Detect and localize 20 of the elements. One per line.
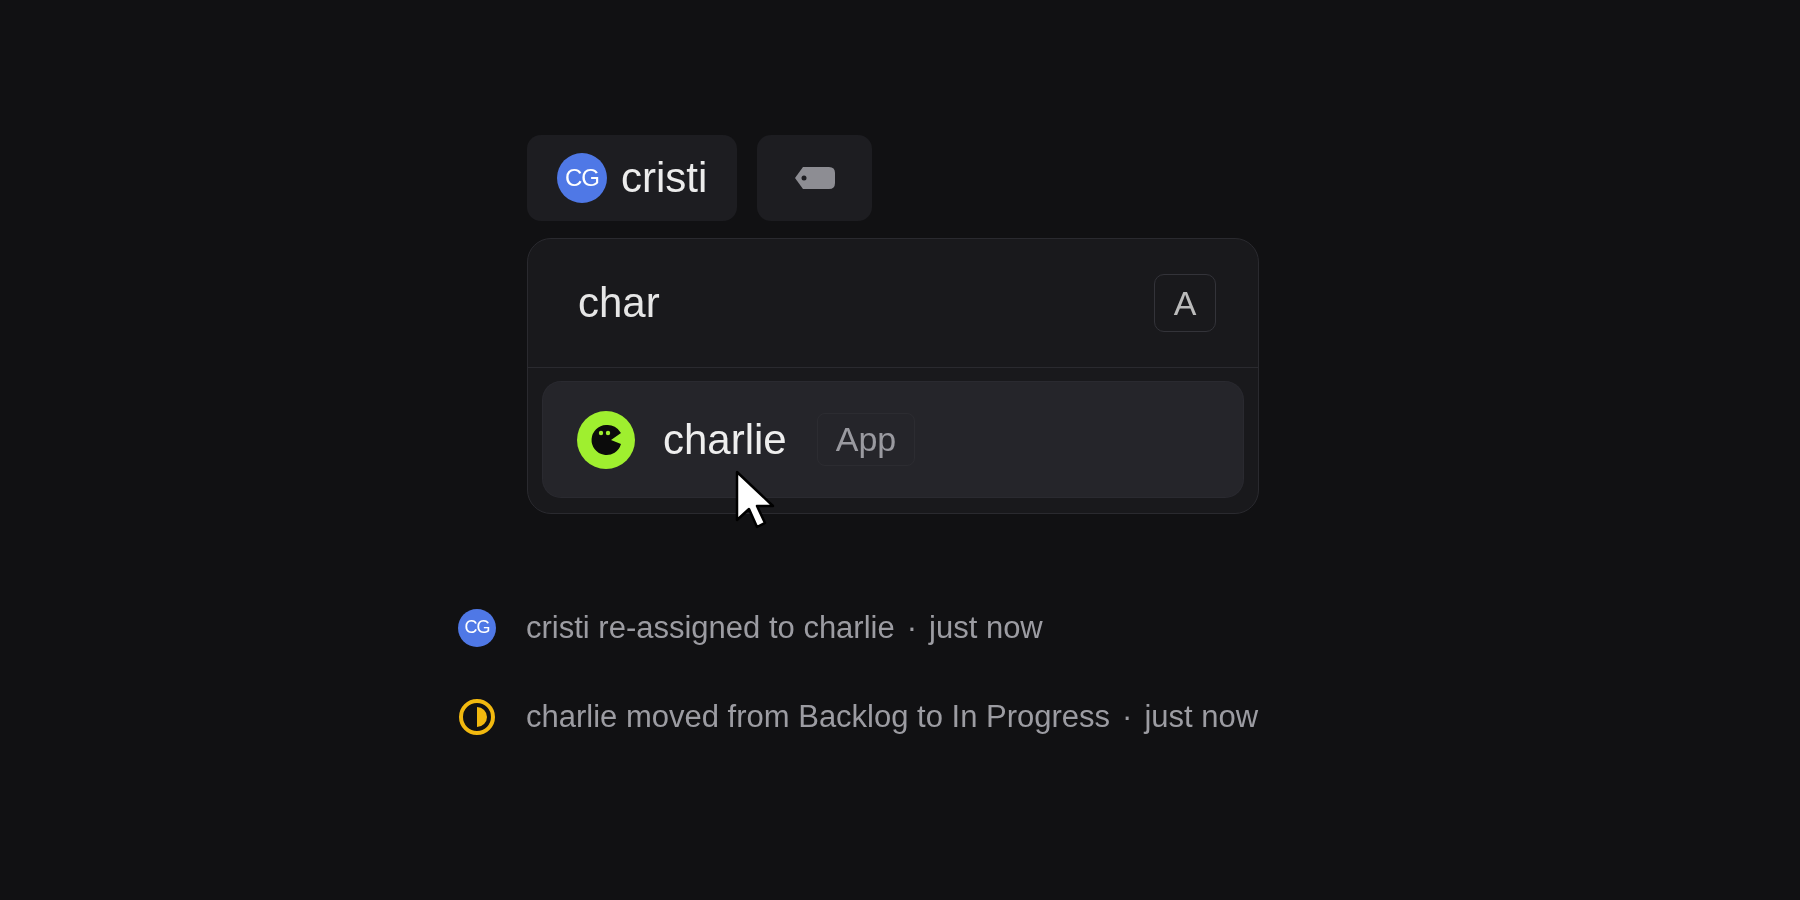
cursor-icon (735, 470, 775, 530)
menu-option[interactable]: charlie App (543, 382, 1243, 497)
avatar: CG (557, 153, 607, 203)
activity-time: just now (1144, 698, 1259, 735)
option-name: charlie (663, 415, 787, 464)
separator-dot: · (1122, 698, 1133, 735)
assignee-name: cristi (621, 154, 708, 202)
activity-message: charlie moved from Backlog to In Progress (526, 698, 1111, 735)
app-tag: App (816, 413, 916, 466)
label-button[interactable] (757, 135, 873, 221)
shortcut-key: A (1154, 274, 1216, 332)
activity-message: cristi re-assigned to charlie (526, 609, 895, 646)
tag-icon (794, 167, 835, 189)
in-progress-icon (458, 697, 496, 736)
activity-time: just now (929, 609, 1043, 646)
avatar: CG (458, 608, 496, 647)
separator-dot: · (906, 609, 918, 646)
search-field[interactable]: char A (528, 239, 1258, 368)
app-avatar-icon (577, 410, 635, 469)
assignee-button[interactable]: CG cristi (527, 135, 738, 221)
